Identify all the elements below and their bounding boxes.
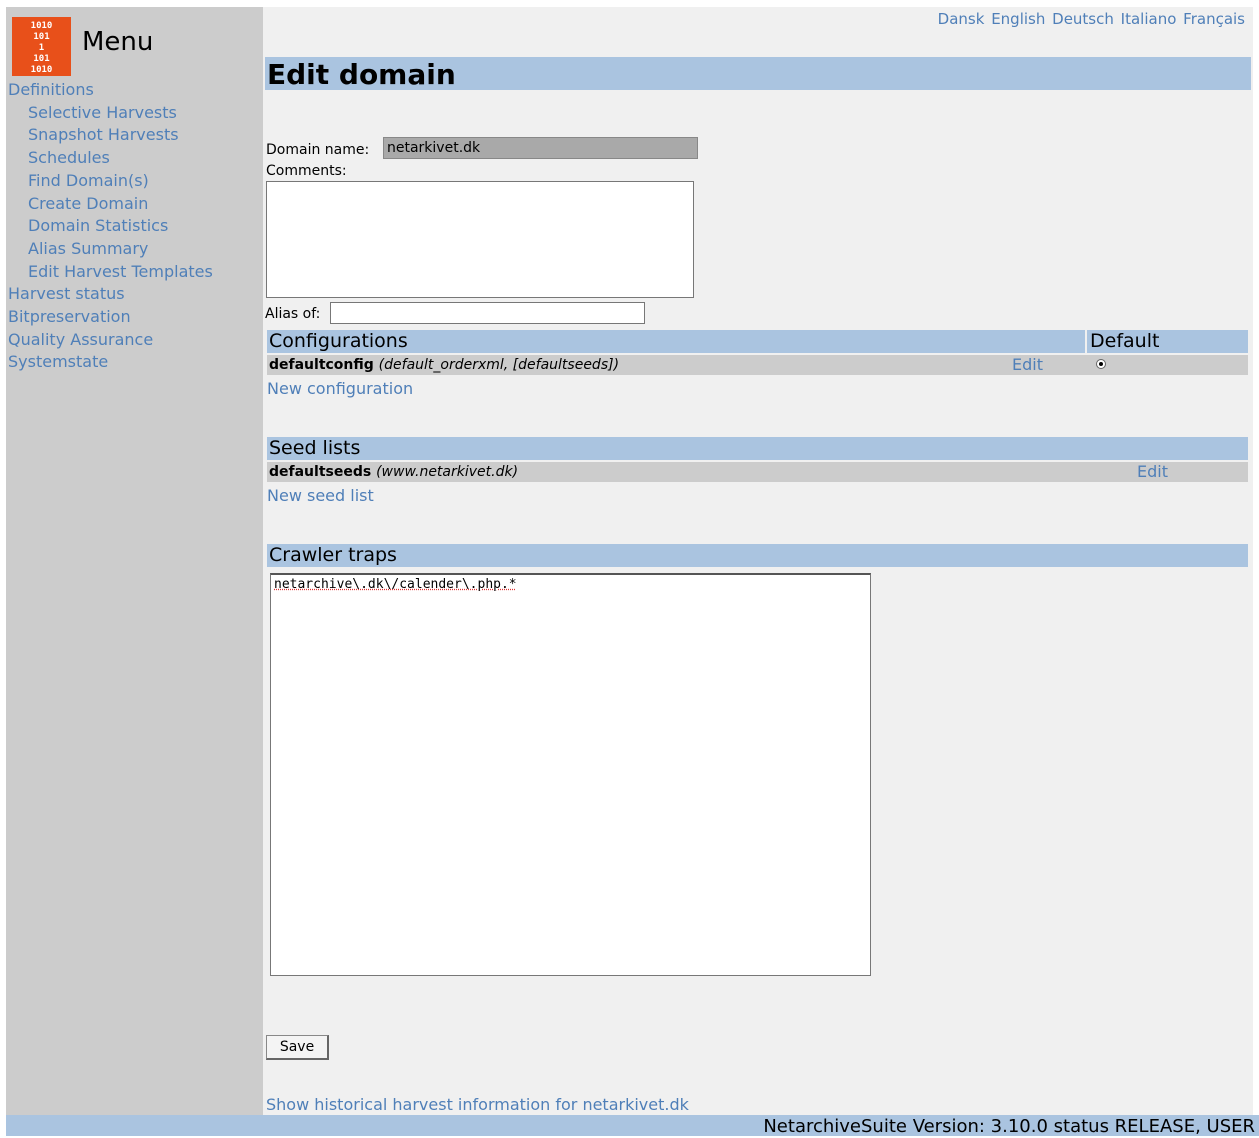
new-seedlist-link[interactable]: New seed list [267,486,374,505]
version-text: NetarchiveSuite Version: 3.10.0 status R… [763,1116,1255,1137]
seedlist-name: defaultseeds [269,464,372,480]
seedlists-header: Seed lists [267,437,1248,460]
crawlertraps-header: Crawler traps [267,544,1248,567]
page-title: Edit domain [267,58,456,91]
lang-dansk[interactable]: Dansk [938,10,985,28]
menu-list: Definitions Selective Harvests Snapshot … [8,79,213,374]
page-title-bar: Edit domain [265,57,1251,91]
crawlertraps-textarea[interactable]: netarchive\.dk\/calender\.php.* [270,573,871,976]
configuration-desc: (default_orderxml, [defaultseeds]) [378,357,620,373]
footer-bar: NetarchiveSuite Version: 3.10.0 status R… [6,1115,1259,1137]
menu-title: Menu [82,27,154,57]
language-selector: Dansk English Deutsch Italiano Français [936,10,1245,28]
configuration-row: defaultconfig (default_orderxml, [defaul… [267,355,1248,375]
sidebar: 1010 101 1 101 1010 Menu Definitions Sel… [6,7,263,1115]
menu-item-selective-harvests[interactable]: Selective Harvests [8,102,213,125]
default-title: Default [1090,330,1160,352]
comments-textarea[interactable] [266,181,694,298]
crawlertrap-entry: netarchive\.dk\/calender\.php.* [274,577,517,592]
menu-item-systemstate[interactable]: Systemstate [8,351,213,374]
new-configuration-link[interactable]: New configuration [267,379,413,398]
menu-item-create-domain[interactable]: Create Domain [8,193,213,216]
crawlertraps-title: Crawler traps [269,544,397,566]
menu-item-schedules[interactable]: Schedules [8,147,213,170]
main-content: Dansk English Deutsch Italiano Français … [263,7,1253,1115]
configuration-name: defaultconfig [269,357,374,373]
menu-item-edit-harvest-templates[interactable]: Edit Harvest Templates [8,261,213,284]
alias-input[interactable] [330,302,645,324]
save-button[interactable]: Save [266,1035,329,1060]
netarchive-logo-icon: 1010 101 1 101 1010 [12,17,71,76]
menu-item-snapshot-harvests[interactable]: Snapshot Harvests [8,124,213,147]
menu-item-domain-statistics[interactable]: Domain Statistics [8,215,213,238]
menu-item-alias-summary[interactable]: Alias Summary [8,238,213,261]
seedlist-edit-link[interactable]: Edit [1137,462,1168,482]
lang-francais[interactable]: Français [1183,10,1245,28]
menu-item-quality-assurance[interactable]: Quality Assurance [8,329,213,352]
configuration-edit-link[interactable]: Edit [1012,355,1043,375]
alias-label: Alias of: [265,306,321,322]
lang-deutsch[interactable]: Deutsch [1052,10,1114,28]
lang-english[interactable]: English [991,10,1045,28]
menu-item-find-domains[interactable]: Find Domain(s) [8,170,213,193]
seedlist-row: defaultseeds (www.netarkivet.dk) Edit [267,462,1248,482]
configurations-title: Configurations [269,330,408,352]
default-column-header: Default [1085,330,1250,353]
default-radio[interactable] [1096,359,1106,369]
menu-item-harvest-status[interactable]: Harvest status [8,283,213,306]
lang-italiano[interactable]: Italiano [1121,10,1177,28]
configurations-header: Configurations Default [267,330,1248,353]
domain-name-label: Domain name: [266,142,370,158]
seedlists-title: Seed lists [269,437,361,459]
seedlist-desc: (www.netarkivet.dk) [376,464,519,480]
menu-item-definitions[interactable]: Definitions [8,79,213,102]
comments-label: Comments: [266,163,347,179]
domain-name-input[interactable] [383,137,698,159]
historical-harvest-link[interactable]: Show historical harvest information for … [266,1095,689,1114]
menu-item-bitpreservation[interactable]: Bitpreservation [8,306,213,329]
